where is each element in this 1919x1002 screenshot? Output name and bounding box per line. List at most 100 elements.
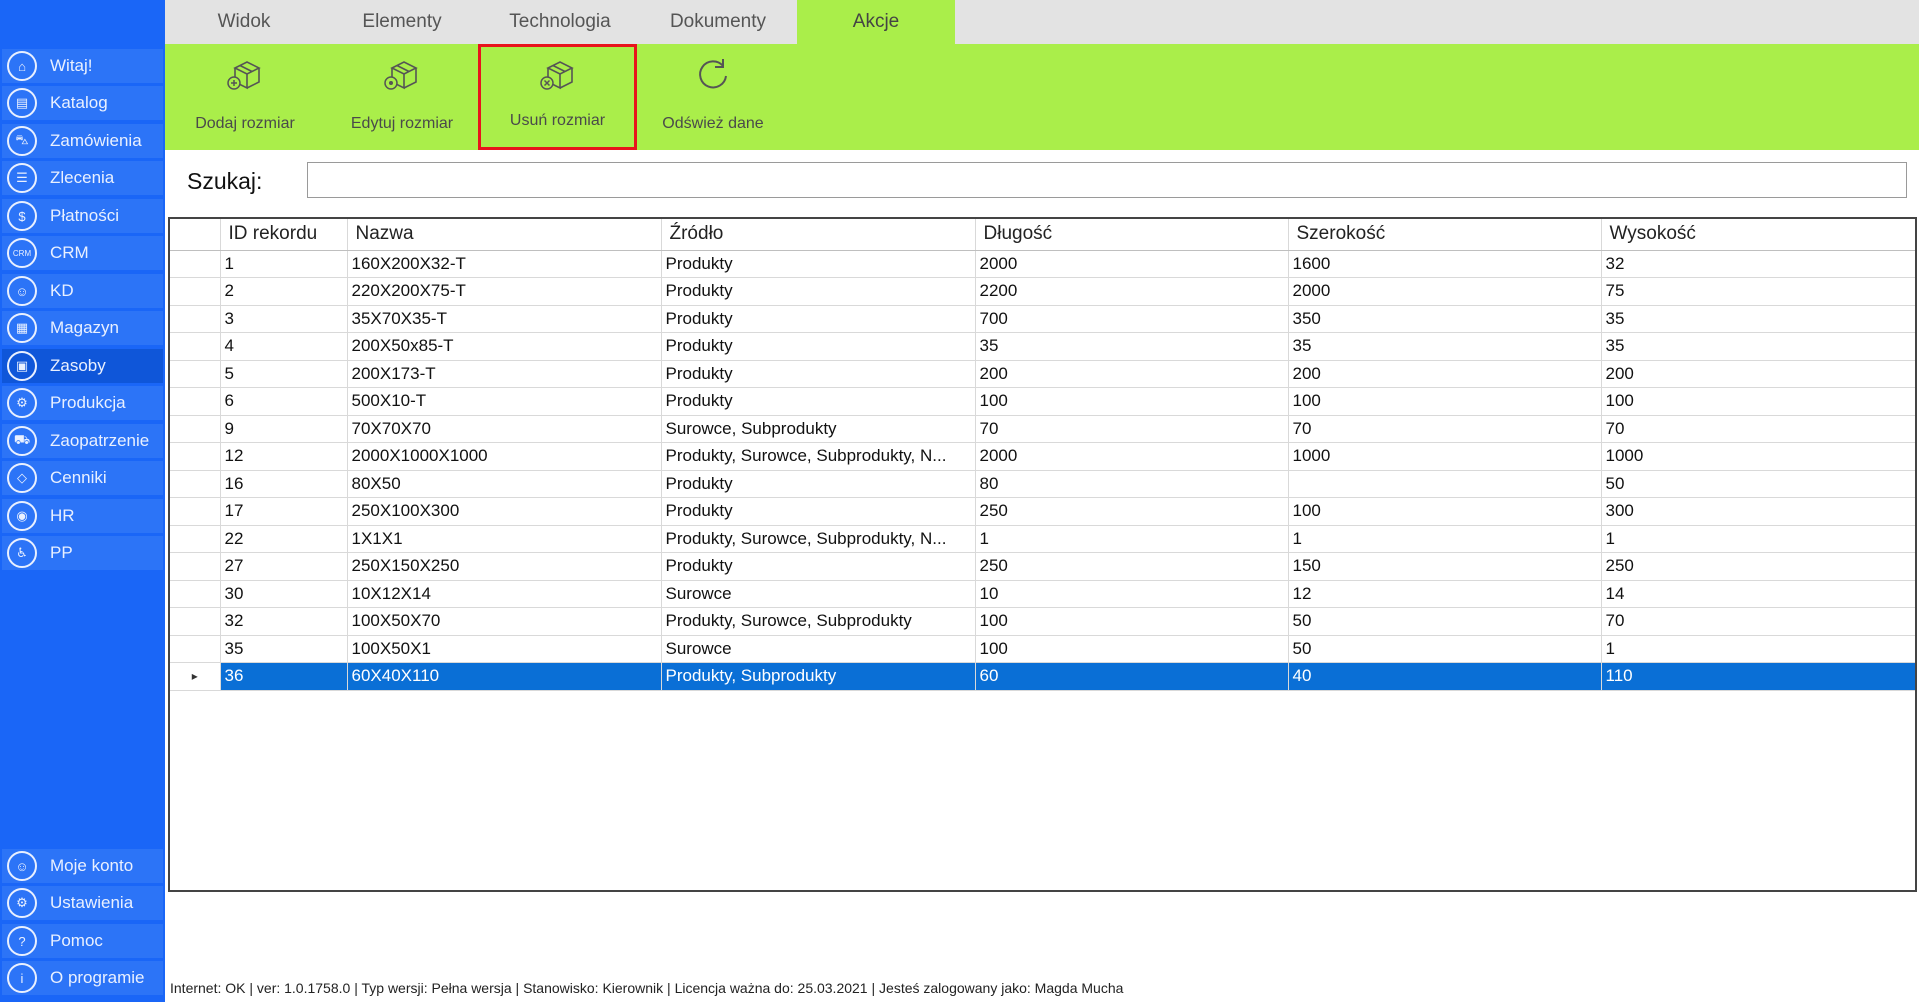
table-row[interactable]: 16 80X50 Produkty 80 50 xyxy=(170,470,1915,498)
sidebar-item-zamowienia[interactable]: ⛍ Zamówienia xyxy=(2,124,163,158)
cell-wysokosc: 70 xyxy=(1601,415,1915,443)
sidebar-item-cenniki[interactable]: ◇ Cenniki xyxy=(2,461,163,495)
pp-icon: ♿ xyxy=(7,538,37,568)
sidebar-item-pp[interactable]: ♿ PP xyxy=(2,536,163,570)
row-selector[interactable] xyxy=(170,442,221,471)
cell-dlugosc: 2200 xyxy=(975,277,1289,306)
sidebar-item-platnosci[interactable]: $ Płatności xyxy=(2,199,163,233)
sidebar-item-ustawienia[interactable]: ⚙ Ustawienia xyxy=(2,886,163,920)
tab-dokumenty[interactable]: Dokumenty xyxy=(639,0,797,44)
edit-size-button[interactable]: Edytuj rozmiar xyxy=(324,44,480,150)
row-selector[interactable] xyxy=(170,305,221,333)
cell-id: 16 xyxy=(220,470,348,498)
sidebar-item-hr[interactable]: ◉ HR xyxy=(2,499,163,533)
row-selector[interactable] xyxy=(170,635,221,663)
row-selector[interactable] xyxy=(170,250,221,278)
table-row[interactable]: 30 10X12X14 Surowce 10 12 14 xyxy=(170,580,1915,608)
status-separator: | xyxy=(515,980,520,996)
sidebar-item-witaj[interactable]: ⌂ Witaj! xyxy=(2,49,163,83)
cell-szerokosc: 1 xyxy=(1288,525,1602,553)
tab-elementy[interactable]: Elementy xyxy=(323,0,481,44)
sidebar-item-label: Zamówienia xyxy=(50,131,142,150)
sidebar-item-zlecenia[interactable]: ☰ Zlecenia xyxy=(2,161,163,195)
status-version-type: Typ wersji: Pełna wersja xyxy=(361,980,512,996)
column-header-wysokosc[interactable]: Wysokość xyxy=(1601,219,1915,251)
table-row[interactable]: 5 200X173-T Produkty 200 200 200 xyxy=(170,360,1915,388)
tab-technologia[interactable]: Technologia xyxy=(481,0,639,44)
search-input[interactable] xyxy=(307,162,1907,198)
table-row[interactable]: 2 220X200X75-T Produkty 2200 2000 75 xyxy=(170,277,1915,306)
row-selector[interactable] xyxy=(170,360,221,388)
sidebar-item-zasoby[interactable]: ▣ Zasoby xyxy=(2,349,163,383)
sidebar-item-zaopatrzenie[interactable]: ⛟ Zaopatrzenie xyxy=(2,424,163,458)
cell-nazwa: 500X10-T xyxy=(347,387,662,416)
cell-wysokosc: 14 xyxy=(1601,580,1915,608)
table-row[interactable]: 22 1X1X1 Produkty, Surowce, Subprodukty, N… xyxy=(170,525,1915,553)
table-row[interactable]: 12 2000X1000X1000 Produkty, Surowce, Subpr… xyxy=(170,442,1915,471)
sidebar-item-katalog[interactable]: ▤ Katalog xyxy=(2,86,163,120)
row-selector[interactable] xyxy=(170,415,221,443)
tab-akcje[interactable]: Akcje xyxy=(797,0,955,44)
row-selector[interactable] xyxy=(170,332,221,361)
sidebar-item-o-programie[interactable]: i O programie xyxy=(2,961,163,995)
table-row[interactable]: 1 160X200X32-T Produkty 2000 1600 32 xyxy=(170,250,1915,278)
row-selector[interactable] xyxy=(170,580,221,608)
row-selector[interactable] xyxy=(170,552,221,581)
cell-dlugosc: 70 xyxy=(975,415,1289,443)
column-header-nazwa[interactable]: Nazwa xyxy=(347,219,662,251)
cell-szerokosc: 150 xyxy=(1288,552,1602,581)
table-row[interactable]: 4 200X50x85-T Produkty 35 35 35 xyxy=(170,332,1915,361)
tab-widok[interactable]: Widok xyxy=(165,0,323,44)
refresh-button[interactable]: Odśwież dane xyxy=(635,44,791,150)
table-row[interactable]: 27 250X150X250 Produkty 250 150 250 xyxy=(170,552,1915,581)
table-row[interactable]: 32 100X50X70 Produkty, Surowce, Subprodukt… xyxy=(170,607,1915,636)
row-selector[interactable] xyxy=(170,525,221,553)
row-selector[interactable] xyxy=(170,387,221,416)
table-row[interactable]: 6 500X10-T Produkty 100 100 100 xyxy=(170,387,1915,416)
cell-zrodlo: Surowce xyxy=(661,580,976,608)
cell-szerokosc: 100 xyxy=(1288,497,1602,526)
add-size-button[interactable]: Dodaj rozmiar xyxy=(167,44,323,150)
tag-icon: ◇ xyxy=(7,463,37,493)
cell-wysokosc: 250 xyxy=(1601,552,1915,581)
sidebar-item-label: Ustawienia xyxy=(50,893,134,912)
sidebar-item-crm[interactable]: CRM CRM xyxy=(2,236,163,270)
row-selector[interactable] xyxy=(170,607,221,636)
table-row[interactable]: 35 100X50X1 Surowce 100 50 1 xyxy=(170,635,1915,663)
cell-id: 9 xyxy=(220,415,348,443)
column-header-szerokosc[interactable]: Szerokość xyxy=(1288,219,1602,251)
sidebar-item-label: HR xyxy=(50,506,75,525)
row-selector[interactable] xyxy=(170,497,221,526)
cell-id: 6 xyxy=(220,387,348,416)
cell-dlugosc: 200 xyxy=(975,360,1289,388)
cell-nazwa: 250X150X250 xyxy=(347,552,662,581)
table-row[interactable]: 3 35X70X35-T Produkty 700 350 35 xyxy=(170,305,1915,333)
cell-dlugosc: 250 xyxy=(975,552,1289,581)
sidebar-item-moje-konto[interactable]: ☺ Moje konto xyxy=(2,849,163,883)
cell-szerokosc: 50 xyxy=(1288,635,1602,663)
sidebar-item-produkcja[interactable]: ⚙ Produkcja xyxy=(2,386,163,420)
delete-size-button[interactable]: Usuń rozmiar xyxy=(478,44,637,150)
row-selector[interactable]: ▸ xyxy=(170,662,221,691)
cell-zrodlo: Produkty, Surowce, Subprodukty, N... xyxy=(661,442,976,471)
sidebar-item-magazyn[interactable]: ▦ Magazyn xyxy=(2,311,163,345)
column-header-zrodlo[interactable]: Źródło xyxy=(661,219,976,251)
cell-szerokosc: 12 xyxy=(1288,580,1602,608)
table-row[interactable]: ▸ 36 60X40X110 Produkty, Subprodukty 60 40 110 xyxy=(170,662,1915,691)
column-header-dlugosc[interactable]: Długość xyxy=(975,219,1289,251)
row-selector[interactable] xyxy=(170,277,221,306)
cell-dlugosc: 60 xyxy=(975,662,1289,691)
table-row[interactable]: 17 250X100X300 Produkty 250 100 300 xyxy=(170,497,1915,526)
sidebar-item-kd[interactable]: ☺ KD xyxy=(2,274,163,308)
cell-zrodlo: Produkty xyxy=(661,250,976,278)
sidebar-item-label: KD xyxy=(50,281,74,300)
help-icon: ? xyxy=(7,926,37,956)
cell-nazwa: 60X40X110 xyxy=(347,662,662,691)
column-header-id[interactable]: ID rekordu xyxy=(220,219,348,251)
table-row[interactable]: 9 70X70X70 Surowce, Subprodukty 70 70 70 xyxy=(170,415,1915,443)
cell-wysokosc: 50 xyxy=(1601,470,1915,498)
cell-zrodlo: Produkty, Subprodukty xyxy=(661,662,976,691)
sidebar-item-pomoc[interactable]: ? Pomoc xyxy=(2,924,163,958)
row-selector[interactable] xyxy=(170,470,221,498)
table-body: 1 160X200X32-T Produkty 2000 1600 32 2 220X200X… xyxy=(170,250,1915,691)
